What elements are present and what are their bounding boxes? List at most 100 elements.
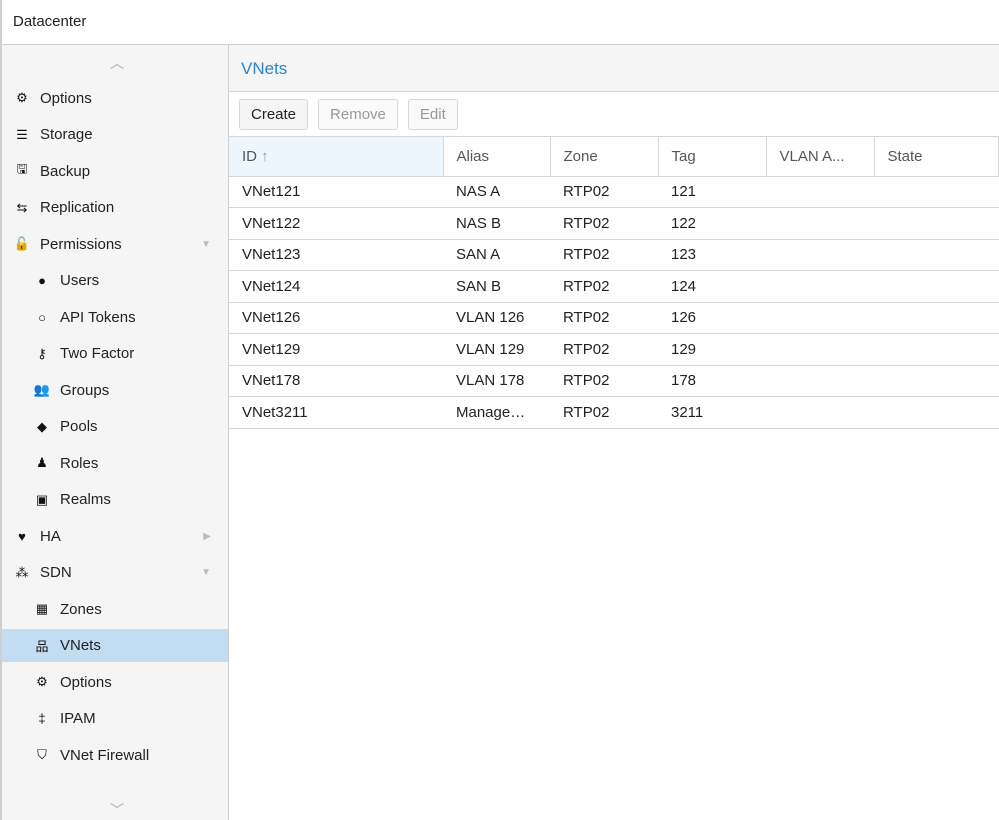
table-cell bbox=[766, 207, 874, 240]
column-label: VLAN A... bbox=[779, 147, 845, 165]
create-button[interactable]: Create bbox=[239, 99, 309, 130]
expander-icon[interactable]: ▶ bbox=[203, 531, 211, 542]
column-label: ID bbox=[242, 147, 257, 165]
table-row[interactable]: VNet123 SAN A RTP02 123 bbox=[229, 239, 999, 271]
table-row[interactable]: VNet129 VLAN 129 RTP02 129 bbox=[229, 333, 999, 366]
sort-asc-icon: ↑ bbox=[261, 147, 269, 165]
table-row[interactable]: VNet121 NAS A RTP02 121 bbox=[229, 176, 999, 208]
scroll-up-icon[interactable]: ︿ bbox=[106, 53, 128, 71]
sidebar-item-options[interactable]: ⚙ Options bbox=[2, 82, 228, 115]
sidebar-item-pools[interactable]: ◆ Pools bbox=[2, 410, 228, 443]
sidebar-item-label: Backup bbox=[40, 162, 91, 180]
breadcrumb-bar: Datacenter bbox=[0, 0, 999, 45]
sidebar-item-label: Pools bbox=[60, 418, 98, 435]
column-header-id[interactable]: ID ↑ bbox=[229, 137, 444, 177]
table-cell: 126 bbox=[658, 302, 766, 334]
table-cell: VNet126 bbox=[229, 302, 443, 334]
table-row[interactable]: VNet178 VLAN 178 RTP02 178 bbox=[229, 365, 999, 397]
sidebar[interactable]: ︿ ⚙ Options ☰ Storage 🖫 Backup ⇆ Replication 🔓 Pe… bbox=[0, 45, 229, 820]
table-cell bbox=[766, 396, 874, 429]
sidebar-item-permissions[interactable]: 🔓 Permissions ▼ bbox=[2, 228, 228, 261]
sidebar-item-storage[interactable]: ☰ Storage bbox=[2, 118, 228, 151]
table-cell bbox=[766, 239, 874, 271]
column-header-tag[interactable]: Tag bbox=[658, 137, 767, 177]
table-row[interactable]: VNet3211 Manage… RTP02 3211 bbox=[229, 396, 999, 429]
expander-icon[interactable]: ▼ bbox=[201, 239, 211, 250]
sidebar-item-label: HA bbox=[40, 527, 61, 545]
sidebar-item-ipam[interactable]: ‡ IPAM bbox=[2, 702, 228, 735]
sidebar-item-two-factor[interactable]: ⚷ Two Factor bbox=[2, 337, 228, 370]
table-cell bbox=[874, 270, 999, 303]
table-cell: VLAN 178 bbox=[443, 365, 550, 397]
tags-icon: ◆ bbox=[37, 418, 47, 434]
table-cell: RTP02 bbox=[550, 333, 658, 366]
sidebar-item-users[interactable]: ● Users bbox=[2, 264, 228, 297]
table-cell: VLAN 126 bbox=[443, 302, 550, 334]
vnets-panel: VNets Create Remove Edit ID ↑ Alias Zone Ta… bbox=[229, 45, 999, 820]
column-header-vlan-a[interactable]: VLAN A... bbox=[766, 137, 875, 177]
sidebar-item-realms[interactable]: ▣ Realms bbox=[2, 483, 228, 516]
sidebar-item-label: Groups bbox=[60, 381, 110, 399]
table-cell bbox=[874, 239, 999, 271]
column-label: Alias bbox=[456, 147, 490, 165]
expander-icon[interactable]: ▼ bbox=[201, 567, 211, 578]
sidebar-item-zones[interactable]: ▦ Zones bbox=[2, 593, 228, 626]
table-row[interactable]: VNet126 VLAN 126 RTP02 126 bbox=[229, 302, 999, 334]
table-cell: VNet122 bbox=[229, 207, 443, 240]
address-book-icon: ▣ bbox=[35, 491, 49, 507]
remove-button[interactable]: Remove bbox=[318, 99, 398, 130]
table-cell: 123 bbox=[658, 239, 766, 271]
column-header-alias[interactable]: Alias bbox=[443, 137, 551, 177]
table-cell bbox=[874, 207, 999, 240]
scroll-down-icon[interactable]: ﹀ bbox=[106, 800, 128, 818]
table-row[interactable]: VNet122 NAS B RTP02 122 bbox=[229, 207, 999, 240]
users-icon: 👥 bbox=[33, 382, 51, 397]
edit-button[interactable]: Edit bbox=[407, 99, 458, 130]
sidebar-item-label: SDN bbox=[40, 564, 72, 581]
table-cell: 3211 bbox=[658, 396, 766, 429]
table-cell bbox=[766, 333, 874, 366]
table-cell: NAS B bbox=[443, 207, 550, 240]
gear-icon: ⚙ bbox=[16, 90, 28, 105]
column-header-zone[interactable]: Zone bbox=[550, 137, 659, 177]
sidebar-item-label: Options bbox=[40, 89, 92, 107]
sidebar-item-sdn[interactable]: ⁂ SDN ▼ bbox=[2, 556, 228, 589]
table-cell: VNet123 bbox=[229, 239, 443, 271]
table-cell bbox=[874, 333, 999, 366]
table-cell bbox=[874, 365, 999, 397]
table-cell bbox=[874, 176, 999, 208]
key-icon: ⚷ bbox=[37, 345, 47, 361]
sidebar-item-label: VNets bbox=[60, 637, 101, 654]
sidebar-item-label: Options bbox=[60, 673, 112, 691]
toolbar: Create Remove Edit bbox=[229, 92, 999, 137]
sidebar-item-label: Two Factor bbox=[60, 345, 135, 362]
sidebar-item-vnet-firewall[interactable]: ⛉ VNet Firewall bbox=[2, 739, 228, 772]
sidebar-item-api-tokens[interactable]: ○ API Tokens bbox=[2, 301, 228, 334]
table-cell: VLAN 129 bbox=[443, 333, 550, 366]
sidebar-item-label: Roles bbox=[60, 454, 99, 472]
table-cell: NAS A bbox=[443, 176, 550, 208]
sidebar-item-label: API Tokens bbox=[60, 308, 136, 326]
sidebar-item-backup[interactable]: 🖫 Backup bbox=[2, 155, 228, 188]
sidebar-item-vnets[interactable]: 品 VNets bbox=[2, 629, 228, 662]
table-cell: RTP02 bbox=[550, 207, 658, 240]
sidebar-item-replication[interactable]: ⇆ Replication bbox=[2, 191, 228, 224]
sidebar-item-ha[interactable]: ♥ HA ▶ bbox=[2, 520, 228, 553]
table-cell: 124 bbox=[658, 270, 766, 303]
sitemap-icon: 品 bbox=[35, 639, 49, 654]
sidebar-item-groups[interactable]: 👥 Groups bbox=[2, 374, 228, 407]
sidebar-item-label: Zones bbox=[60, 600, 102, 618]
column-header-state[interactable]: State bbox=[874, 137, 999, 177]
sidebar-item-options[interactable]: ⚙ Options bbox=[2, 666, 228, 699]
sidebar-item-label: Replication bbox=[40, 199, 115, 216]
column-label: Tag bbox=[671, 147, 696, 165]
sidebar-item-roles[interactable]: ♟ Roles bbox=[2, 447, 228, 480]
column-label: Zone bbox=[563, 147, 598, 165]
signpost-icon: ‡ bbox=[38, 711, 46, 726]
table-cell: SAN A bbox=[443, 239, 550, 271]
th-icon: ▦ bbox=[35, 601, 49, 616]
table-row[interactable]: VNet124 SAN B RTP02 124 bbox=[229, 270, 999, 303]
floppy-icon: 🖫 bbox=[16, 161, 28, 176]
sidebar-item-label: Permissions bbox=[40, 235, 122, 253]
table-cell: SAN B bbox=[443, 270, 550, 303]
